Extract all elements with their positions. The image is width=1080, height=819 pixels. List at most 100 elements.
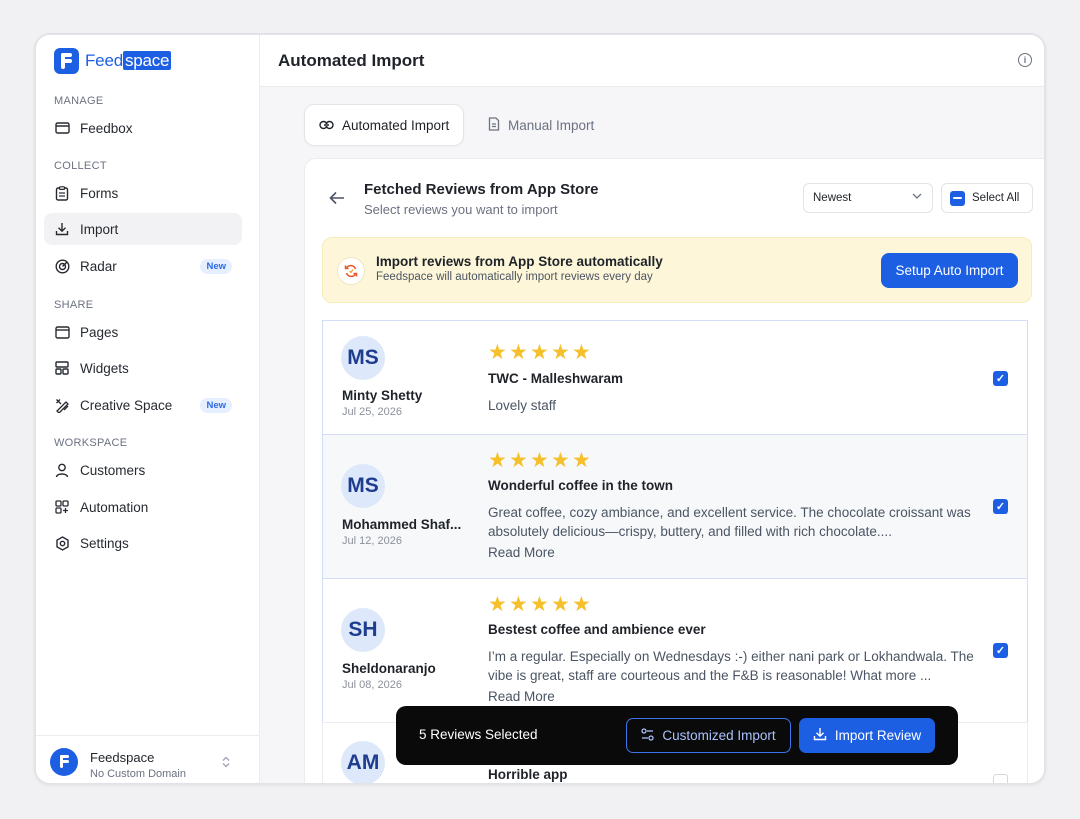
user-icon: [54, 462, 70, 478]
sidebar-item-label: Pages: [80, 324, 119, 340]
sidebar: Feed space MANAGE Feedbox COLLECT Forms I…: [36, 35, 260, 783]
review-date: Jul 25, 2026: [342, 406, 402, 418]
automation-icon: [54, 499, 70, 515]
star-icon: ★: [551, 593, 570, 616]
review-checkbox[interactable]: ✓: [993, 371, 1008, 386]
gear-icon: [54, 535, 70, 551]
star-icon: ★: [488, 593, 507, 616]
widgets-icon: [54, 360, 70, 376]
bulk-action-bar: 5 Reviews Selected Customized Import Imp…: [396, 706, 958, 765]
sidebar-item-radar[interactable]: Radar New: [44, 250, 242, 282]
review-checkbox[interactable]: ✓: [993, 643, 1008, 658]
review-body: Great coffee, cozy ambiance, and excelle…: [488, 505, 971, 539]
workspace-switcher[interactable]: Feedspace No Custom Domain: [36, 735, 260, 783]
tab-manual-import[interactable]: Manual Import: [474, 104, 608, 146]
selected-count: 5 Reviews Selected: [419, 727, 538, 742]
reviewer-name: Minty Shetty: [342, 388, 423, 403]
sidebar-item-label: Widgets: [80, 360, 129, 376]
link-icon: [319, 118, 334, 133]
sidebar-item-customers[interactable]: Customers: [44, 454, 242, 486]
banner-title: Import reviews from App Store automatica…: [376, 254, 663, 269]
star-icon: ★: [572, 449, 591, 472]
sidebar-item-import[interactable]: Import: [44, 213, 242, 245]
review-card[interactable]: MS Minty Shetty Jul 25, 2026 ★ ★ ★ ★ ★ TWC -…: [322, 320, 1028, 435]
reviews-panel: Fetched Reviews from App Store Select re…: [304, 158, 1044, 783]
sidebar-item-label: Customers: [80, 462, 146, 478]
avatar: SH: [341, 608, 385, 652]
panel-title: Fetched Reviews from App Store: [364, 181, 599, 198]
sidebar-item-label: Settings: [80, 535, 129, 551]
sidebar-item-feedbox[interactable]: Feedbox: [44, 112, 242, 144]
sidebar-item-automation[interactable]: Automation: [44, 491, 242, 523]
tab-automated-import[interactable]: Automated Import: [304, 104, 465, 146]
reviewer-name: Mohammed Shaf...: [342, 517, 462, 532]
read-more-link[interactable]: Read More: [488, 689, 555, 704]
read-more-link[interactable]: Read More: [488, 545, 555, 560]
inbox-icon: [54, 120, 70, 136]
workspace-name: Feedspace: [90, 750, 155, 765]
chevron-down-icon: [912, 191, 922, 202]
section-label-manage: MANAGE: [54, 95, 104, 107]
review-checkbox[interactable]: ✓: [993, 499, 1008, 514]
sidebar-item-settings[interactable]: Settings: [44, 527, 242, 559]
sliders-icon: [641, 727, 654, 744]
radar-icon: [54, 258, 70, 274]
app-window: Feed space MANAGE Feedbox COLLECT Forms I…: [34, 33, 1046, 785]
star-rating: ★ ★ ★ ★ ★: [488, 593, 591, 616]
button-label: Import Review: [834, 728, 922, 743]
select-all-label: Select All: [972, 192, 1020, 204]
sidebar-item-label: Creative Space: [80, 397, 173, 413]
review-title: Horrible app: [488, 767, 568, 782]
workspace-avatar: [50, 748, 78, 776]
download-icon: [813, 727, 827, 744]
avatar: MS: [341, 336, 385, 380]
tab-label: Automated Import: [342, 117, 450, 133]
sort-value: Newest: [813, 192, 852, 204]
review-date: Jul 08, 2026: [342, 679, 402, 691]
review-card[interactable]: MS Mohammed Shaf... Jul 12, 2026 ★ ★ ★ ★ ★ W…: [322, 434, 1028, 579]
feedspace-logo-icon: [54, 48, 79, 74]
star-icon: ★: [488, 341, 507, 364]
panel-subtitle: Select reviews you want to import: [364, 202, 558, 217]
new-badge: New: [200, 258, 232, 274]
avatar: AM: [341, 741, 385, 783]
clipboard-icon: [54, 185, 70, 201]
chevron-up-down-icon: [222, 756, 230, 771]
review-checkbox[interactable]: [993, 774, 1008, 783]
back-arrow-icon[interactable]: [329, 189, 345, 210]
logo-text: Feed space: [85, 51, 172, 70]
setup-auto-import-button[interactable]: Setup Auto Import: [881, 253, 1018, 288]
star-icon: ★: [530, 593, 549, 616]
button-label: Customized Import: [662, 728, 776, 743]
section-label-workspace: WORKSPACE: [54, 437, 128, 449]
sidebar-item-label: Import: [80, 221, 119, 237]
section-label-collect: COLLECT: [54, 160, 107, 172]
sidebar-item-widgets[interactable]: Widgets: [44, 352, 242, 384]
import-review-button[interactable]: Import Review: [799, 718, 935, 753]
new-badge: New: [200, 397, 232, 413]
review-date: Jul 12, 2026: [342, 535, 402, 547]
sidebar-item-label: Automation: [80, 499, 149, 515]
star-icon: ★: [509, 593, 528, 616]
star-rating: ★ ★ ★ ★ ★: [488, 341, 591, 364]
banner-subtitle: Feedspace will automatically import revi…: [376, 271, 653, 283]
sidebar-item-pages[interactable]: Pages: [44, 316, 242, 348]
sort-select[interactable]: Newest: [803, 183, 933, 213]
sidebar-item-creative-space[interactable]: Creative Space New: [44, 389, 242, 421]
review-card[interactable]: SH Sheldonaranjo Jul 08, 2026 ★ ★ ★ ★ ★ Best…: [322, 578, 1028, 723]
page-title: Automated Import: [278, 51, 425, 70]
sync-icon: [337, 257, 365, 285]
workspace-domain: No Custom Domain: [90, 768, 186, 780]
select-all-button[interactable]: Select All: [941, 183, 1033, 213]
sidebar-item-forms[interactable]: Forms: [44, 177, 242, 209]
info-icon[interactable]: i: [1018, 53, 1032, 67]
logo[interactable]: Feed space: [54, 48, 172, 74]
star-icon: ★: [509, 449, 528, 472]
star-icon: ★: [488, 449, 507, 472]
star-icon: ★: [551, 449, 570, 472]
main-content: Automated Import Manual Import Fetched R…: [260, 87, 1044, 783]
indeterminate-checkbox[interactable]: [950, 190, 965, 206]
customized-import-button[interactable]: Customized Import: [626, 718, 791, 753]
sidebar-item-label: Forms: [80, 185, 119, 201]
auto-import-banner: Import reviews from App Store automatica…: [322, 237, 1032, 303]
